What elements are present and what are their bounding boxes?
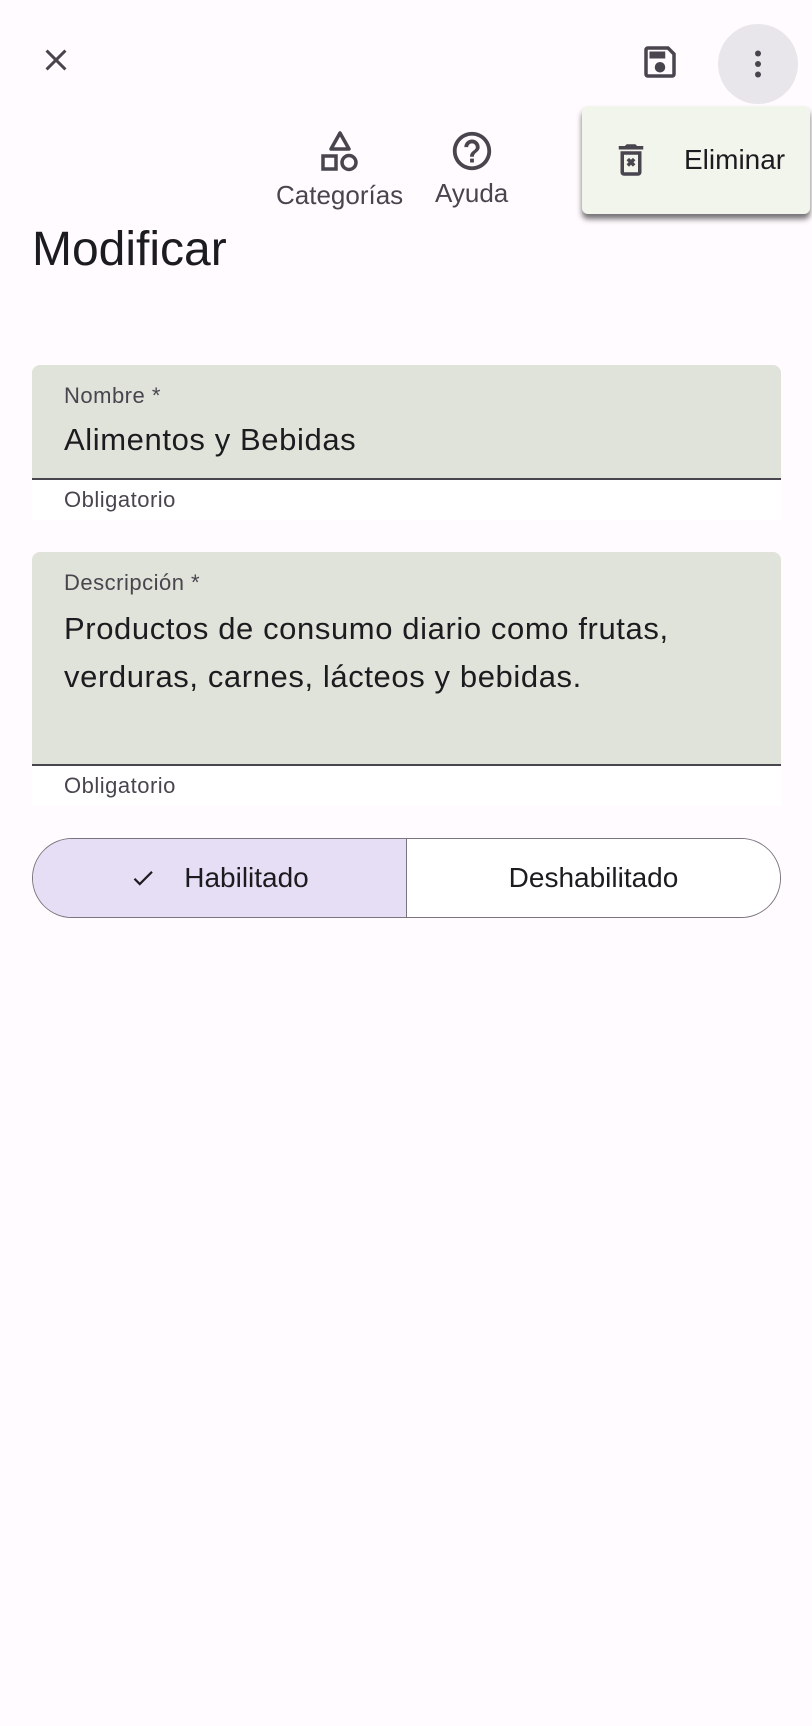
description-field-label: Descripción *	[64, 570, 201, 595]
delete-forever-icon	[610, 139, 652, 181]
segment-enabled-label: Habilitado	[184, 862, 309, 893]
category-shapes-icon	[316, 128, 364, 176]
segment-disabled-label: Deshabilitado	[508, 862, 679, 893]
close-button[interactable]	[24, 28, 88, 92]
name-field[interactable]: Nombre * Alimentos y Bebidas	[32, 365, 781, 480]
status-segmented-button: Habilitado Deshabilitado	[32, 838, 781, 918]
help-label: Ayuda	[435, 178, 509, 208]
save-icon	[639, 41, 681, 83]
name-helper-text: Obligatorio	[32, 480, 781, 520]
check-icon	[130, 865, 156, 891]
categories-label: Categorías	[276, 180, 404, 210]
more-vert-icon	[740, 46, 776, 82]
segment-disabled[interactable]: Deshabilitado	[407, 839, 780, 917]
save-button[interactable]	[628, 30, 692, 94]
menu-item-delete-label: Eliminar	[684, 144, 786, 175]
menu-item-delete[interactable]: Eliminar	[582, 106, 810, 214]
overflow-menu: Eliminar	[582, 106, 810, 214]
close-icon	[38, 42, 74, 78]
segment-enabled[interactable]: Habilitado	[33, 839, 407, 917]
categories-action-button[interactable]: Categorías	[276, 128, 403, 211]
more-options-button[interactable]	[718, 24, 798, 104]
page-title: Modificar	[32, 223, 227, 276]
name-field-label: Nombre *	[64, 383, 161, 408]
description-field-value[interactable]: Productos de consumo diario como frutas,…	[64, 605, 757, 701]
name-field-value[interactable]: Alimentos y Bebidas	[64, 416, 757, 464]
help-circle-icon	[449, 128, 495, 174]
help-action-button[interactable]: Ayuda	[435, 128, 508, 209]
description-helper-text: Obligatorio	[32, 766, 781, 806]
description-field[interactable]: Descripción * Productos de consumo diari…	[32, 552, 781, 766]
